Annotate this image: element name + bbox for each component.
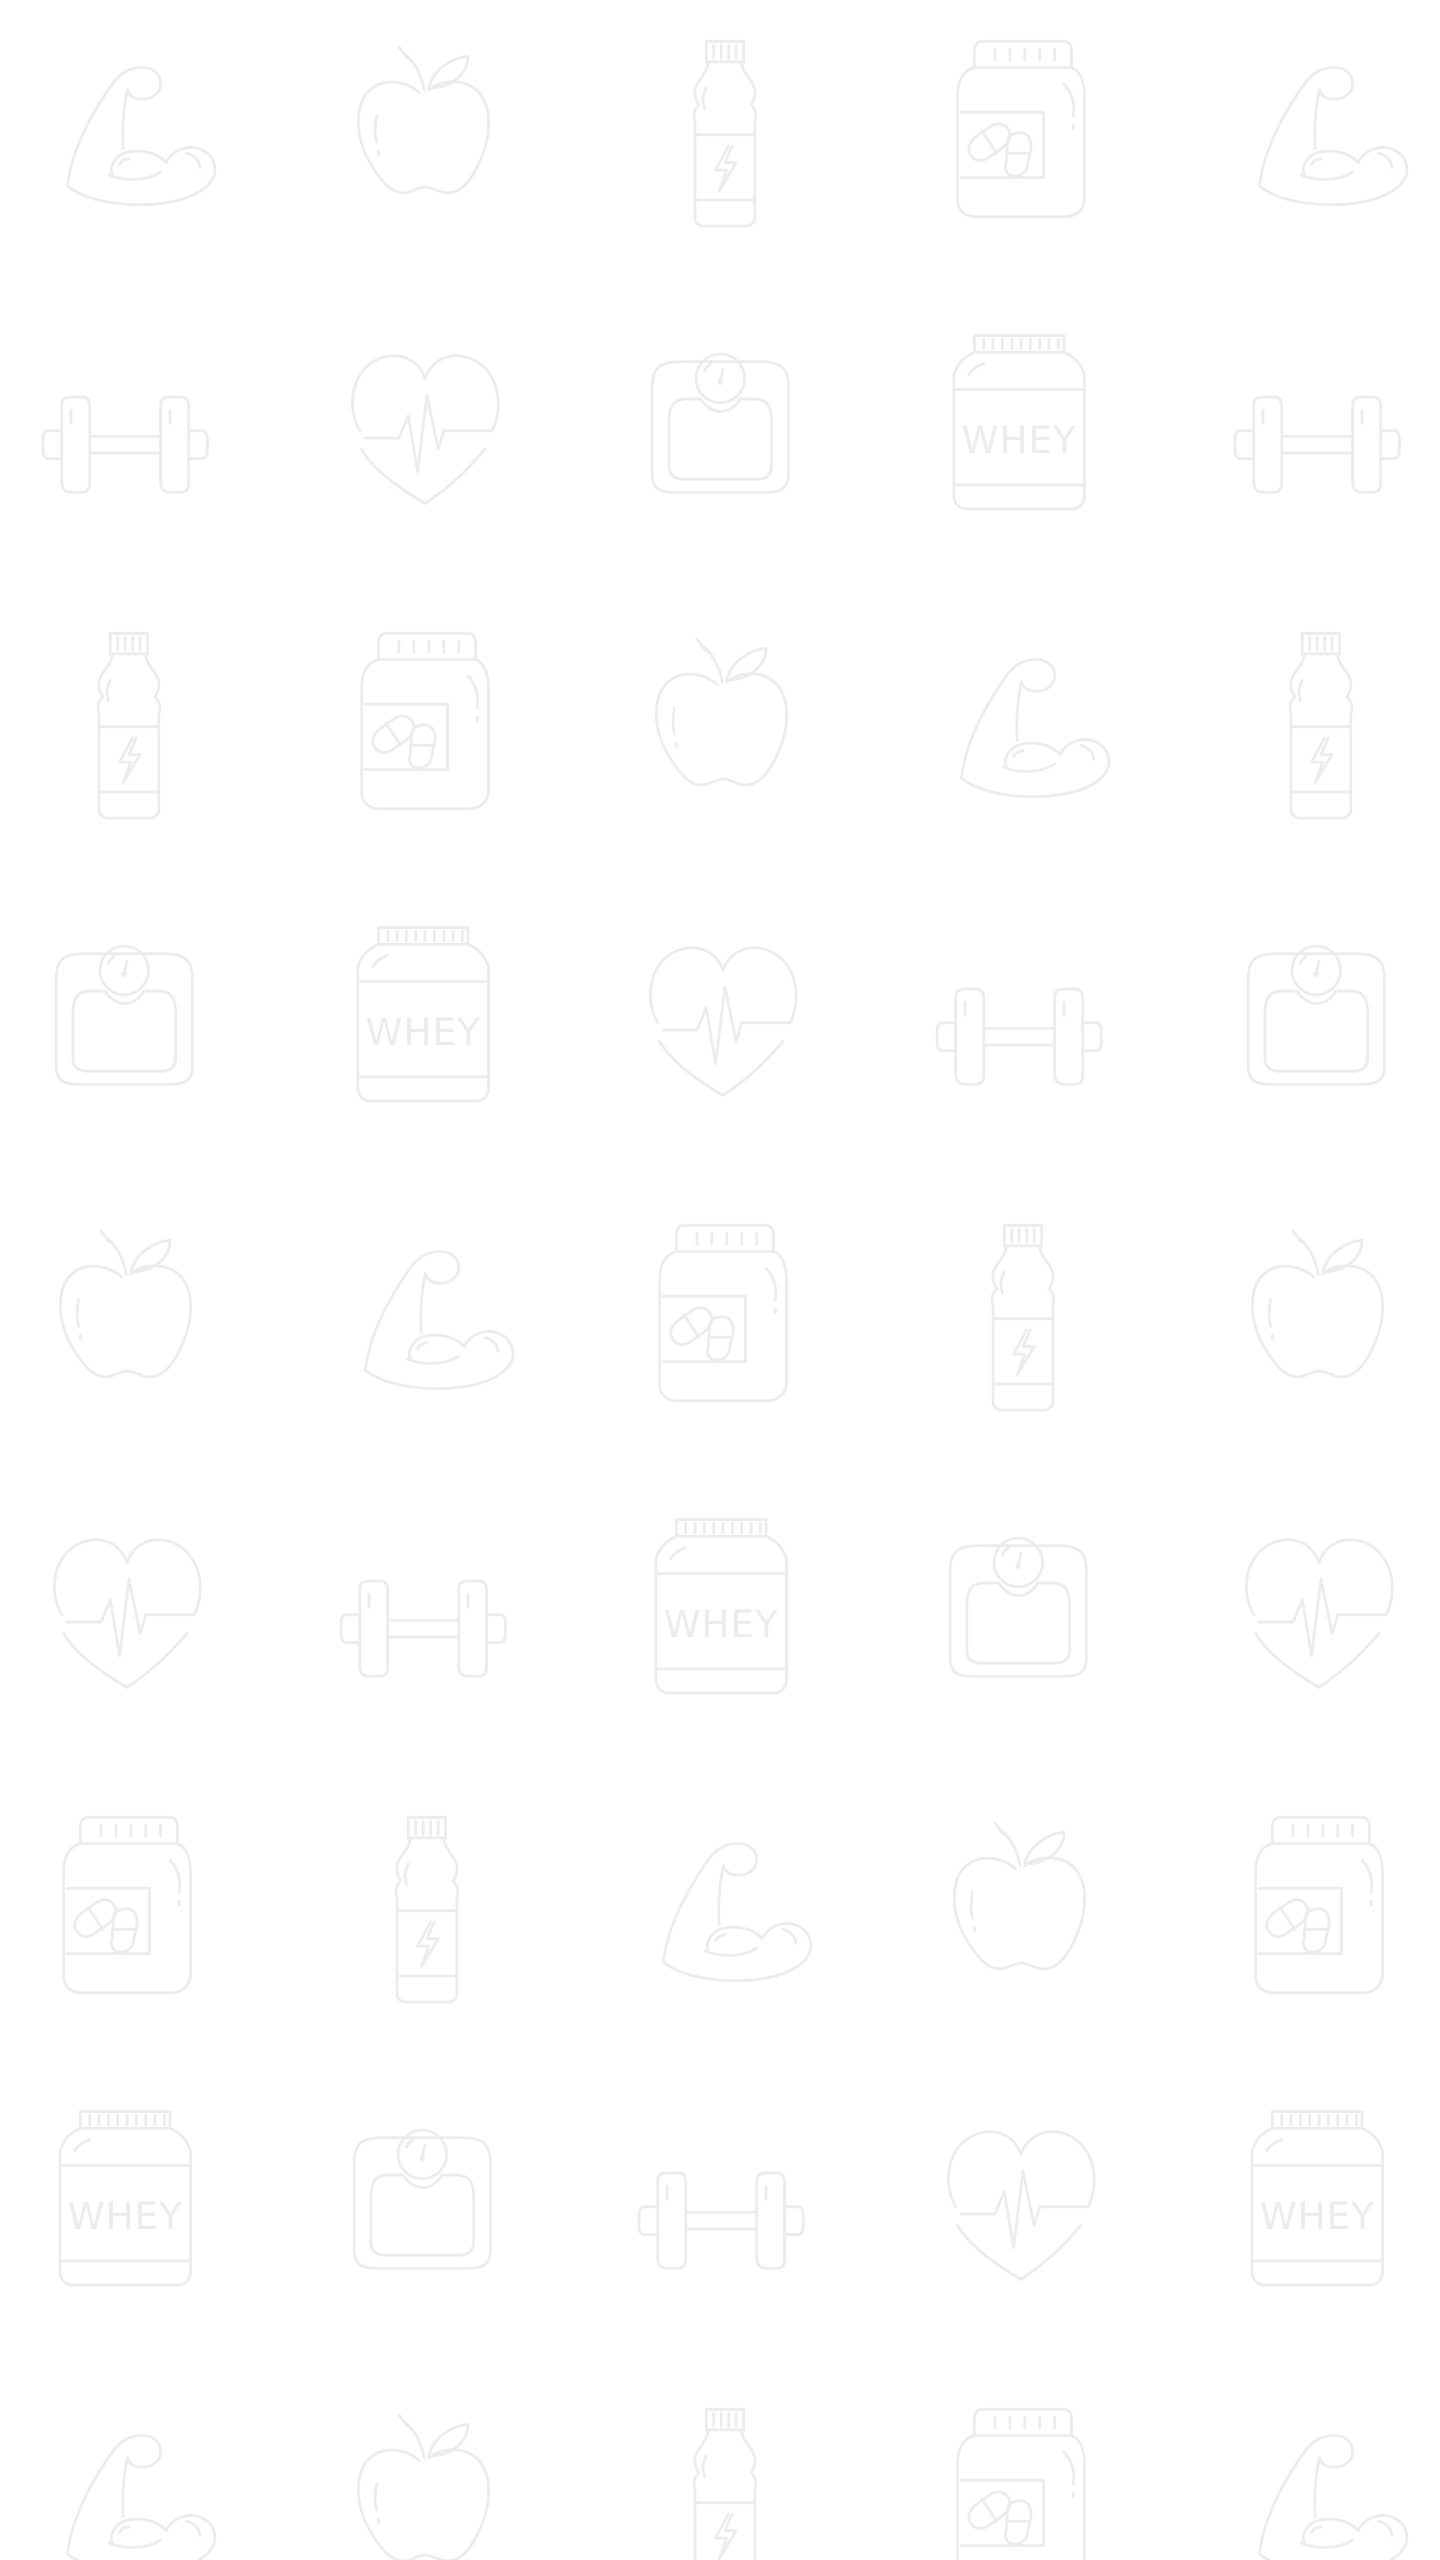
bathroom-scale-icon	[328, 2092, 524, 2312]
pill-jar-icon	[626, 1204, 822, 1424]
pill-jar-icon	[1222, 1796, 1418, 2016]
dumbbell-icon	[30, 316, 226, 536]
apple-icon	[328, 2388, 524, 2560]
whey-label: WHEY	[68, 2194, 183, 2238]
flexed-bicep-icon	[626, 1796, 822, 2016]
apple-icon	[626, 612, 822, 832]
flexed-bicep-icon	[328, 1204, 524, 1424]
energy-drink-bottle-icon	[626, 2388, 822, 2560]
energy-drink-bottle-icon	[924, 1204, 1120, 1424]
whey-protein-jar-icon: WHEY	[626, 1500, 822, 1720]
whey-protein-jar-icon: WHEY	[924, 316, 1120, 536]
heartbeat-icon	[328, 316, 524, 536]
flexed-bicep-icon	[1222, 20, 1418, 240]
energy-drink-bottle-icon	[1222, 612, 1418, 832]
apple-icon	[1222, 1204, 1418, 1424]
whey-protein-jar-icon: WHEY	[328, 908, 524, 1128]
apple-icon	[30, 1204, 226, 1424]
heartbeat-icon	[626, 908, 822, 1128]
energy-drink-bottle-icon	[626, 20, 822, 240]
flexed-bicep-icon	[924, 612, 1120, 832]
dumbbell-icon	[1222, 316, 1418, 536]
whey-protein-jar-icon: WHEY	[1222, 2092, 1418, 2312]
bathroom-scale-icon	[626, 316, 822, 536]
heartbeat-icon	[30, 1500, 226, 1720]
whey-label: WHEY	[664, 1602, 779, 1646]
whey-protein-jar-icon: WHEY	[30, 2092, 226, 2312]
dumbbell-icon	[924, 908, 1120, 1128]
bathroom-scale-icon	[924, 1500, 1120, 1720]
pill-jar-icon	[924, 2388, 1120, 2560]
energy-drink-bottle-icon	[328, 1796, 524, 2016]
flexed-bicep-icon	[1222, 2388, 1418, 2560]
whey-label: WHEY	[1260, 2194, 1375, 2238]
pill-jar-icon	[924, 20, 1120, 240]
flexed-bicep-icon	[30, 20, 226, 240]
whey-label: WHEY	[366, 1010, 481, 1054]
pill-jar-icon	[30, 1796, 226, 2016]
energy-drink-bottle-icon	[30, 612, 226, 832]
fitness-icon-pattern-background: WHEY WHEY WHEY WHEY WHEY	[0, 0, 1440, 2560]
heartbeat-icon	[924, 2092, 1120, 2312]
flexed-bicep-icon	[30, 2388, 226, 2560]
heartbeat-icon	[1222, 1500, 1418, 1720]
dumbbell-icon	[328, 1500, 524, 1720]
apple-icon	[328, 20, 524, 240]
apple-icon	[924, 1796, 1120, 2016]
whey-label: WHEY	[962, 418, 1077, 462]
bathroom-scale-icon	[30, 908, 226, 1128]
dumbbell-icon	[626, 2092, 822, 2312]
bathroom-scale-icon	[1222, 908, 1418, 1128]
pill-jar-icon	[328, 612, 524, 832]
